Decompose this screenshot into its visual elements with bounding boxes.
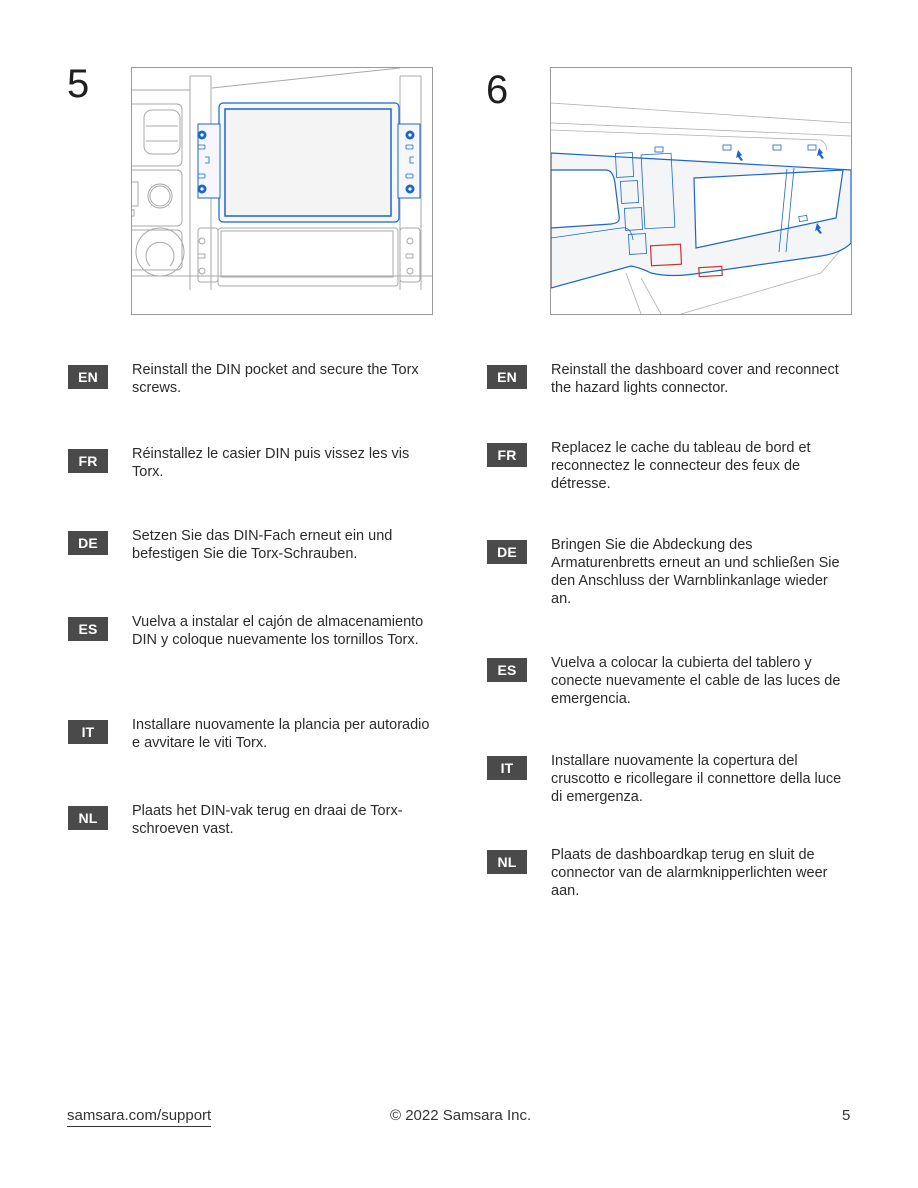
instruction-text: Vuelva a colocar la cubierta del tablero…: [551, 655, 841, 707]
language-badge: NL: [68, 806, 108, 830]
language-badge: ES: [68, 617, 108, 641]
instruction-it: IT Installare nuovamente la copertura de…: [487, 752, 851, 806]
instruction-text: Plaats de dashboardkap terug en sluit de…: [551, 847, 828, 899]
copyright: © 2022 Samsara Inc.: [390, 1107, 532, 1124]
instruction-text: Bringen Sie die Abdeckung des Armaturenb…: [551, 537, 840, 607]
instruction-fr: FR Replacez le cache du tableau de bord …: [487, 439, 851, 493]
instruction-de: DE Setzen Sie das DIN-Fach erneut ein un…: [68, 527, 432, 563]
instruction-fr: FR Réinstallez le casier DIN puis vissez…: [68, 445, 432, 481]
instruction-text: Installare nuovamente la plancia per aut…: [132, 717, 430, 751]
language-badge: IT: [487, 756, 527, 780]
instruction-de: DE Bringen Sie die Abdeckung des Armatur…: [487, 536, 851, 608]
instruction-it: IT Installare nuovamente la plancia per …: [68, 716, 432, 752]
instruction-es: ES Vuelva a instalar el cajón de almacen…: [68, 613, 432, 649]
instruction-text: Vuelva a instalar el cajón de almacenami…: [132, 614, 424, 648]
step-number-6: 6: [486, 68, 509, 112]
language-badge: FR: [487, 443, 527, 467]
language-badge: FR: [68, 449, 108, 473]
language-badge: NL: [487, 850, 527, 874]
support-link[interactable]: samsara.com/support: [67, 1107, 212, 1127]
step-5-illustration: [131, 67, 433, 315]
instruction-text: Reinstall the dashboard cover and reconn…: [551, 362, 839, 396]
step-6-illustration: [550, 67, 852, 315]
step-number-5: 5: [67, 62, 90, 106]
instruction-text: Setzen Sie das DIN-Fach erneut ein und b…: [132, 528, 393, 562]
language-badge: DE: [68, 531, 108, 555]
din-pocket-diagram: [132, 68, 432, 290]
instruction-text: Reinstall the DIN pocket and secure the …: [132, 362, 419, 396]
language-badge: DE: [487, 540, 527, 564]
language-badge: EN: [487, 365, 527, 389]
language-badge: IT: [68, 720, 108, 744]
instruction-en: EN Reinstall the dashboard cover and rec…: [487, 361, 851, 397]
page-number: 5: [842, 1107, 851, 1124]
instruction-text: Plaats het DIN-vak terug en draai de Tor…: [132, 803, 403, 837]
language-badge: EN: [68, 365, 108, 389]
dashboard-cover-diagram: [551, 102, 851, 314]
instruction-en: EN Reinstall the DIN pocket and secure t…: [68, 361, 432, 397]
instruction-es: ES Vuelva a colocar la cubierta del tabl…: [487, 654, 851, 708]
language-badge: ES: [487, 658, 527, 682]
instruction-text: Installare nuovamente la copertura del c…: [551, 753, 842, 805]
instruction-text: Réinstallez le casier DIN puis vissez le…: [132, 446, 410, 480]
instruction-nl: NL Plaats de dashboardkap terug en sluit…: [487, 846, 851, 900]
instruction-text: Replacez le cache du tableau de bord et …: [551, 440, 811, 492]
instruction-nl: NL Plaats het DIN-vak terug en draai de …: [68, 802, 432, 838]
